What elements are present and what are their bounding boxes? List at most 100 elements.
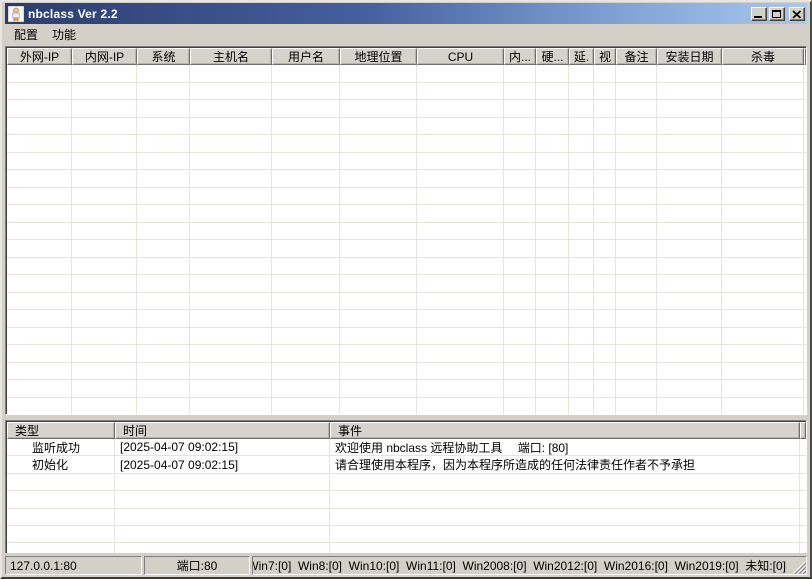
cell <box>569 398 594 415</box>
cell <box>616 240 657 257</box>
cell <box>657 293 722 310</box>
cell <box>616 345 657 362</box>
column-header[interactable]: 用户名 <box>272 48 340 65</box>
column-header[interactable]: 内网-IP <box>72 48 137 65</box>
menu-item-config[interactable]: 配置 <box>7 24 45 45</box>
column-header[interactable]: 视 <box>594 48 616 65</box>
column-header[interactable]: 外网-IP <box>7 48 72 65</box>
menu-bar: 配置功能 <box>5 24 807 45</box>
minimize-icon <box>754 16 762 18</box>
cell <box>722 310 804 327</box>
cell <box>569 205 594 222</box>
cell <box>722 205 804 222</box>
cell <box>536 153 569 170</box>
cell <box>569 310 594 327</box>
cell <box>536 363 569 380</box>
column-header[interactable]: 系统 <box>137 48 190 65</box>
cell <box>272 65 340 82</box>
column-header[interactable]: 事件 <box>330 422 800 439</box>
maximize-button[interactable] <box>769 7 785 21</box>
cell <box>594 240 616 257</box>
cell <box>72 118 137 135</box>
cell <box>340 188 417 205</box>
table-row <box>7 474 806 491</box>
cell <box>569 83 594 100</box>
cell <box>340 135 417 152</box>
cell <box>804 153 806 170</box>
cell <box>722 258 804 275</box>
column-header[interactable]: 杀毒 <box>722 48 804 65</box>
cell <box>657 345 722 362</box>
cell <box>7 223 72 240</box>
cell <box>137 380 190 397</box>
close-button[interactable] <box>789 7 805 21</box>
log-row[interactable]: 监听成功[2025-04-07 09:02:15]欢迎使用 nbclass 远程… <box>7 439 806 456</box>
column-header[interactable]: 地理位置 <box>340 48 417 65</box>
cell <box>504 170 536 187</box>
title-bar[interactable]: nbclass Ver 2.2 <box>5 3 807 24</box>
cell <box>417 345 504 362</box>
cell <box>569 240 594 257</box>
log-event-cell: 欢迎使用 nbclass 远程协助工具 端口: [80] <box>330 439 800 455</box>
cell <box>504 188 536 205</box>
cell <box>137 205 190 222</box>
column-header[interactable]: 类型 <box>7 422 115 439</box>
column-header[interactable]: 内... <box>504 48 536 65</box>
cell <box>340 398 417 415</box>
column-header[interactable]: 时间 <box>115 422 330 439</box>
cell <box>340 118 417 135</box>
cell <box>137 118 190 135</box>
cell <box>804 275 806 292</box>
cell <box>616 310 657 327</box>
hosts-table-body <box>7 65 806 415</box>
minimize-button[interactable] <box>751 7 767 21</box>
cell <box>594 83 616 100</box>
cell <box>137 188 190 205</box>
cell <box>7 310 72 327</box>
cell <box>536 275 569 292</box>
cell <box>616 170 657 187</box>
cell <box>340 380 417 397</box>
cell <box>417 170 504 187</box>
column-header[interactable]: 硬... <box>536 48 569 65</box>
cell <box>272 240 340 257</box>
column-header[interactable]: CPU <box>417 48 504 65</box>
cell <box>272 310 340 327</box>
column-header[interactable]: 主机名 <box>190 48 272 65</box>
cell <box>272 188 340 205</box>
cell <box>616 65 657 82</box>
cell <box>616 275 657 292</box>
menu-item-function[interactable]: 功能 <box>45 24 83 45</box>
cell <box>594 223 616 240</box>
column-header[interactable]: 延. <box>569 48 594 65</box>
cell <box>536 65 569 82</box>
cell <box>722 188 804 205</box>
log-time-cell <box>115 474 330 490</box>
column-header[interactable]: 安装日期 <box>657 48 722 65</box>
log-type-cell <box>7 526 115 542</box>
cell <box>722 170 804 187</box>
column-header[interactable]: 备注 <box>616 48 657 65</box>
app-icon[interactable] <box>8 6 24 22</box>
cell <box>594 258 616 275</box>
cell <box>536 380 569 397</box>
cell <box>722 153 804 170</box>
log-event-cell: 请合理使用本程序，因为本程序所造成的任何法律责任作者不予承担 <box>330 456 800 472</box>
cell <box>657 328 722 345</box>
cell <box>804 170 806 187</box>
log-row[interactable]: 初始化[2025-04-07 09:02:15]请合理使用本程序，因为本程序所造… <box>7 456 806 473</box>
hosts-table-header: 外网-IP内网-IP系统主机名用户名地理位置CPU内...硬...延.视备注安装… <box>7 48 806 65</box>
table-row <box>7 491 806 508</box>
cell <box>7 188 72 205</box>
table-row <box>7 310 806 328</box>
cell <box>800 474 806 490</box>
cell <box>72 170 137 187</box>
cell <box>722 223 804 240</box>
cell <box>190 135 272 152</box>
cell <box>536 345 569 362</box>
cell <box>190 310 272 327</box>
cell <box>272 398 340 415</box>
resize-grip[interactable] <box>793 561 806 574</box>
cell <box>804 65 806 82</box>
cell <box>417 83 504 100</box>
